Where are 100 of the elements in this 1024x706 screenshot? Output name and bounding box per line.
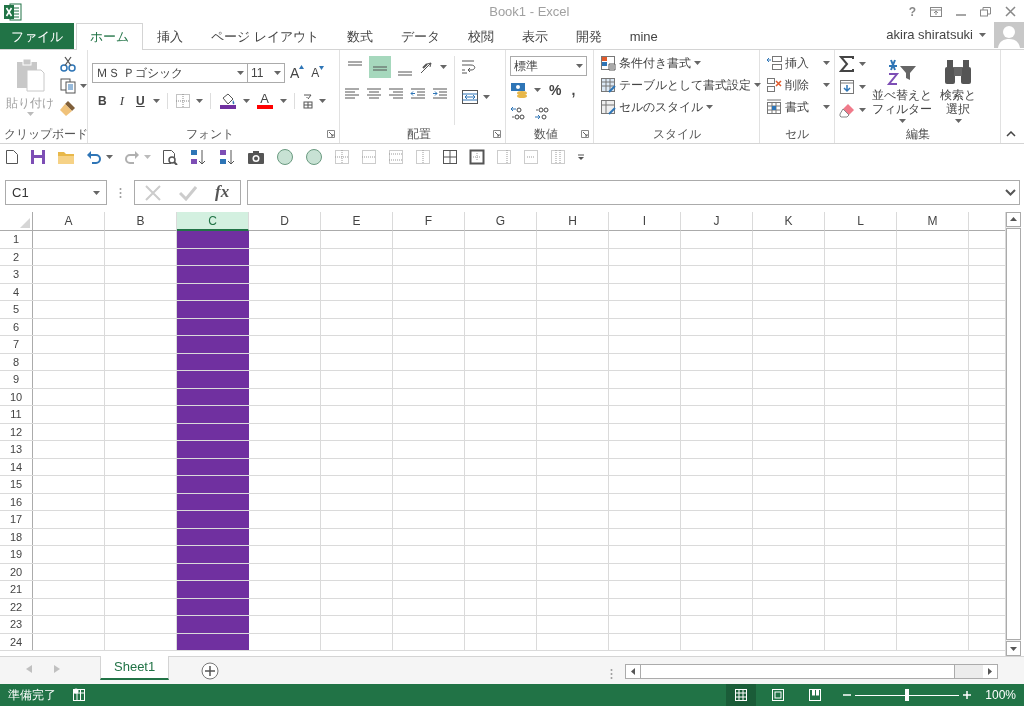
collapse-ribbon-icon[interactable] (1006, 131, 1016, 137)
currency-icon[interactable] (510, 82, 528, 99)
row-header[interactable]: 19 (0, 546, 33, 563)
sort-descending-icon[interactable] (218, 149, 236, 165)
cell-menu-button[interactable]: 挿入 (764, 54, 832, 72)
caret-icon[interactable] (237, 71, 244, 75)
filled-cell[interactable] (177, 301, 249, 318)
column-header[interactable]: J (681, 212, 753, 231)
caret-icon[interactable] (823, 83, 830, 87)
insert-function-button[interactable]: fx (215, 182, 230, 203)
excel-logo-icon[interactable] (4, 3, 22, 21)
font-size-dropdown[interactable]: 11 (247, 63, 285, 83)
row-header[interactable]: 8 (0, 353, 33, 370)
autosum-icon[interactable] (839, 56, 855, 72)
caret-icon[interactable] (706, 105, 713, 109)
increase-decimal-icon[interactable] (510, 104, 526, 121)
caret-icon[interactable] (152, 99, 160, 103)
column-header[interactable]: E (321, 212, 393, 231)
style-menu-button[interactable]: セルのスタイル (598, 98, 763, 116)
caret-icon[interactable] (979, 33, 986, 37)
italic-button[interactable]: I (115, 92, 128, 110)
sort-filter-button[interactable]: 並べ替えと フィルター (870, 54, 934, 125)
bold-button[interactable]: B (94, 92, 111, 110)
new-file-icon[interactable] (5, 149, 19, 165)
caret-icon[interactable] (898, 118, 906, 123)
ribbon-tab[interactable]: 校閲 (453, 23, 508, 49)
account-button[interactable]: akira shiratsuki (884, 26, 988, 44)
caret-icon[interactable] (93, 190, 100, 195)
sort-ascending-icon[interactable] (189, 149, 207, 165)
help-button[interactable]: ? (908, 4, 916, 20)
sheet-tab[interactable]: Sheet1 (100, 656, 170, 680)
scroll-up-icon[interactable] (1006, 212, 1021, 227)
column-header[interactable]: I (609, 212, 681, 231)
column-header[interactable]: D (249, 212, 321, 231)
shrink-font-button[interactable]: A (309, 64, 327, 82)
print-preview-icon[interactable] (162, 149, 178, 165)
circle-icon[interactable] (276, 148, 294, 166)
restore-icon[interactable] (980, 7, 991, 17)
ribbon-tab[interactable]: 挿入 (143, 23, 197, 49)
splitter-grip-icon[interactable] (610, 667, 614, 680)
row-header[interactable]: 18 (0, 528, 33, 545)
column-header[interactable]: K (753, 212, 825, 231)
zoom-slider-thumb[interactable] (905, 689, 910, 701)
format-painter-icon[interactable] (60, 100, 76, 116)
fill-color-button[interactable] (217, 92, 238, 110)
column-header[interactable]: H (537, 212, 609, 231)
ribbon-display-icon[interactable] (930, 7, 942, 17)
row-header[interactable]: 22 (0, 598, 33, 615)
row-header[interactable]: 2 (0, 248, 33, 265)
ribbon-tab[interactable]: ファイル (0, 23, 74, 49)
filled-cell[interactable] (177, 231, 249, 248)
camera-icon[interactable] (247, 149, 265, 165)
caret-icon[interactable] (106, 155, 113, 159)
row-header[interactable]: 16 (0, 493, 33, 510)
row-header[interactable]: 11 (0, 406, 33, 423)
ribbon-tab[interactable]: mine (615, 23, 672, 49)
column-header[interactable]: C (177, 212, 249, 231)
expand-formula-icon[interactable] (1005, 189, 1016, 196)
row-header[interactable]: 17 (0, 511, 33, 528)
name-box[interactable]: C1 (5, 180, 107, 205)
caret-icon[interactable] (318, 99, 326, 103)
border-style-icon[interactable] (469, 149, 485, 165)
caret-icon[interactable] (754, 83, 761, 87)
percent-button[interactable]: % (547, 81, 564, 100)
scroll-right-icon[interactable] (983, 665, 998, 678)
row-header[interactable]: 24 (0, 633, 33, 650)
row-header[interactable]: 12 (0, 423, 33, 440)
row-header[interactable]: 15 (0, 476, 33, 493)
find-select-button[interactable]: 検索と 選択 (938, 54, 978, 125)
filled-cell[interactable] (177, 406, 249, 423)
style-menu-button[interactable]: テーブルとして書式設定 (598, 76, 763, 94)
row-header[interactable]: 20 (0, 563, 33, 580)
dialog-launcher-icon[interactable] (581, 130, 589, 138)
column-header[interactable]: M (897, 212, 969, 231)
caret-icon[interactable] (279, 99, 287, 103)
horizontal-scroll-thumb[interactable] (640, 664, 956, 679)
style-menu-button[interactable]: 条件付き書式 (598, 54, 763, 72)
caret-icon[interactable] (694, 61, 701, 65)
formula-input-field[interactable] (247, 180, 1020, 205)
dialog-launcher-icon[interactable] (493, 130, 501, 138)
ribbon-tab[interactable]: 数式 (332, 23, 387, 49)
caret-icon[interactable] (859, 62, 866, 66)
filled-cell[interactable] (177, 266, 249, 283)
row-header[interactable]: 4 (0, 283, 33, 300)
caret-icon[interactable] (823, 105, 830, 109)
scroll-down-icon[interactable] (1006, 641, 1021, 656)
row-header[interactable]: 1 (0, 231, 33, 248)
caret-icon[interactable] (859, 85, 866, 89)
eraser-icon[interactable] (839, 102, 855, 118)
undo-icon[interactable] (86, 149, 102, 165)
ribbon-tab[interactable]: 開発 (561, 23, 616, 49)
row-header[interactable]: 5 (0, 301, 33, 318)
row-header[interactable]: 9 (0, 371, 33, 388)
caret-icon[interactable] (242, 99, 250, 103)
row-header[interactable]: 7 (0, 336, 33, 353)
row-header[interactable]: 23 (0, 616, 33, 633)
filled-cell[interactable] (177, 546, 249, 563)
zoom-out-icon[interactable] (843, 691, 852, 699)
caret-icon[interactable] (954, 118, 962, 123)
border-style-icon[interactable] (442, 149, 458, 165)
